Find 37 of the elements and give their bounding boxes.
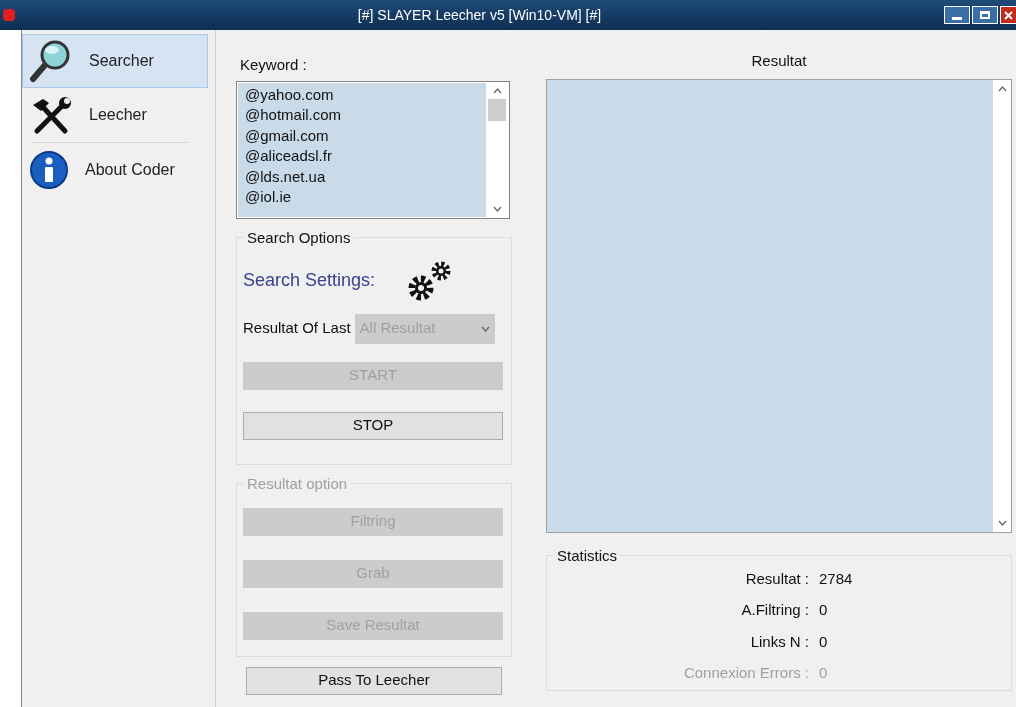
- close-icon: [1004, 10, 1013, 20]
- pass-to-leecher-button[interactable]: Pass To Leecher: [246, 666, 502, 695]
- sidebar-item[interactable]: Leecher: [22, 88, 208, 142]
- settings-heading: Search Settings:: [243, 269, 376, 292]
- scrollbar-thumb[interactable]: [488, 98, 506, 121]
- stat-value: 0: [819, 600, 828, 620]
- scroll-down-icon: [997, 519, 1007, 526]
- close-button[interactable]: [1000, 6, 1016, 24]
- stat-label: Links N :: [749, 631, 809, 652]
- scroll-up-icon: [492, 87, 502, 94]
- sidebar-item[interactable]: About Coder: [22, 143, 208, 197]
- sidebar-item[interactable]: Searcher: [22, 34, 208, 88]
- stat-value: 2784: [819, 568, 853, 589]
- keyword-label: Keyword :: [240, 55, 308, 75]
- keyword-item[interactable]: @yahoo.com: [245, 84, 486, 105]
- stat-label: Connexion Errors :: [682, 663, 809, 683]
- chevron-icon: [480, 325, 490, 332]
- keyword-item[interactable]: @gmail.com: [245, 125, 486, 146]
- stat-value: 0: [819, 631, 828, 652]
- info-icon: [29, 150, 69, 190]
- maximize-button[interactable]: [972, 6, 998, 24]
- window-title: [#] SLAYER Leecher v5 [Win10-VM] [#]: [356, 5, 603, 25]
- minimize-button[interactable]: [944, 6, 970, 24]
- stat-value: 0: [819, 663, 828, 683]
- scroll-up-icon: [997, 85, 1007, 92]
- results-title: Resultat: [750, 51, 808, 71]
- keyword-list[interactable]: @yahoo.com @hotmail.com @gmail.com @aliceadsl.fr @lds.net.ua @iol.ie: [236, 80, 510, 219]
- keyword-item[interactable]: @hotmail.com: [245, 105, 486, 126]
- resultat-of-last-label: Resultat Of Last: [243, 318, 351, 339]
- stat-label: A.Filtring :: [740, 600, 809, 620]
- button[interactable]: STOP: [243, 411, 503, 440]
- app-icon: [3, 9, 15, 21]
- keyword-item[interactable]: @iol.ie: [245, 187, 486, 208]
- keyword-item[interactable]: @aliceadsl.fr: [245, 146, 486, 167]
- stat-label: Resultat :: [744, 568, 809, 589]
- scroll-down-icon: [492, 205, 502, 212]
- keyword-item[interactable]: @lds.net.ua: [245, 166, 486, 187]
